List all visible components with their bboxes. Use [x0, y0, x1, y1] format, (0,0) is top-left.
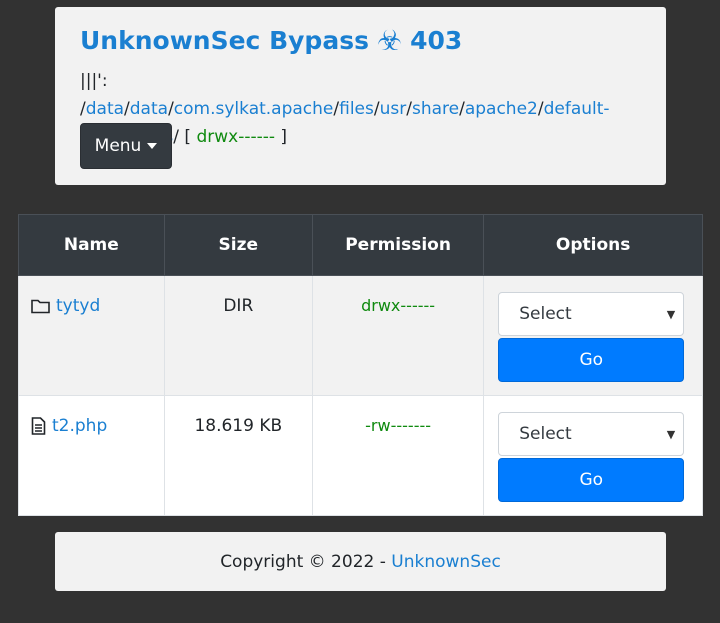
go-button[interactable]: Go [498, 338, 685, 382]
site-title-suffix: 403 [410, 26, 463, 55]
dropdown-arrow-icon: ▼ [666, 427, 676, 441]
options-select[interactable]: Select ▼ [498, 412, 685, 456]
path-segment-apache2[interactable]: apache2 [465, 99, 538, 119]
menu-button-label: Menu [94, 136, 142, 156]
footer-copyright: Copyright © 2022 - [220, 551, 386, 572]
path-segment-data-2[interactable]: data [130, 99, 168, 119]
menu-button[interactable]: Menu [80, 123, 172, 169]
site-title-link[interactable]: UnknownSec Bypass [80, 25, 369, 57]
column-header-size: Size [163, 214, 313, 276]
site-title: UnknownSec Bypass ☣ 403 [80, 25, 641, 57]
path-segment-usr[interactable]: usr [380, 99, 407, 119]
footer-link[interactable]: UnknownSec [391, 552, 501, 572]
file-link-tytyd[interactable]: tytyd [56, 296, 100, 316]
biohazard-icon: ☣ [376, 24, 403, 57]
file-link-t2-php[interactable]: t2.php [52, 416, 107, 436]
column-header-permission: Permission [311, 214, 485, 276]
file-permission: -rw------- [365, 416, 432, 435]
table-header-row: Name Size Permission Options [18, 214, 703, 276]
go-button[interactable]: Go [498, 458, 685, 502]
file-size: DIR [163, 275, 313, 396]
path-segment-files[interactable]: files [339, 99, 374, 119]
path-segment-data-1[interactable]: data [86, 99, 124, 119]
path-permission: drwx------ [196, 127, 276, 147]
file-icon [31, 417, 46, 435]
dropdown-arrow-icon: ▼ [666, 307, 676, 321]
options-select[interactable]: Select ▼ [498, 292, 685, 336]
options-select-value: Select [519, 424, 572, 444]
path-icon: |||' [80, 71, 102, 91]
file-table: Name Size Permission Options tytyd DIR d… [18, 214, 703, 516]
path-segment-share[interactable]: share [412, 99, 459, 119]
path-separator: : [101, 71, 108, 91]
table-row: tytyd DIR drwx------ Select ▼ Go [18, 275, 703, 396]
folder-icon [31, 299, 50, 314]
column-header-options: Options [483, 214, 703, 276]
path-segment-com-sylkat-apache[interactable]: com.sylkat.apache [174, 99, 334, 119]
caret-down-icon [147, 143, 158, 149]
header-card: UnknownSec Bypass ☣ 403 |||': /data/data… [55, 7, 666, 185]
column-header-name: Name [18, 214, 165, 276]
file-permission: drwx------ [361, 296, 436, 315]
options-select-value: Select [519, 304, 572, 324]
file-size: 18.619 KB [163, 395, 313, 516]
footer: Copyright © 2022 - UnknownSec [55, 532, 666, 591]
table-row: t2.php 18.619 KB -rw------- Select ▼ Go [18, 395, 703, 516]
